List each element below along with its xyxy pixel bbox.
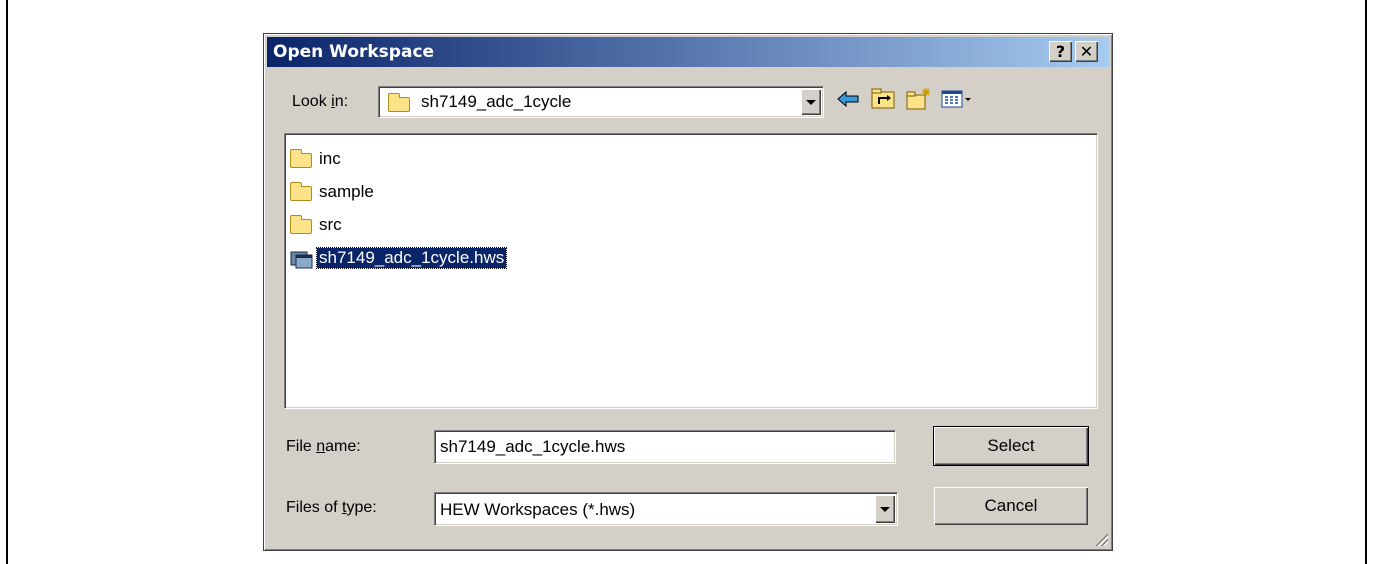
- file-name-label: File name:: [286, 438, 361, 455]
- list-item-label: sh7149_adc_1cycle.hws: [315, 247, 508, 269]
- folder-icon: [290, 215, 312, 234]
- resize-grip-icon[interactable]: [1094, 532, 1108, 546]
- open-workspace-dialog: Open Workspace ? ✕ Look in: sh7149_adc_1…: [263, 33, 1113, 551]
- view-menu-icon[interactable]: [939, 86, 975, 112]
- file-type-value: HEW Workspaces (*.hws): [440, 500, 636, 519]
- file-type-dropdown[interactable]: HEW Workspaces (*.hws): [434, 492, 898, 526]
- new-folder-icon[interactable]: [904, 86, 932, 112]
- list-item-label: src: [319, 215, 342, 234]
- up-folder-icon[interactable]: [869, 86, 897, 112]
- look-in-dropdown-arrow[interactable]: [801, 89, 821, 115]
- look-in-dropdown[interactable]: sh7149_adc_1cycle: [378, 86, 824, 118]
- select-button[interactable]: Select: [933, 426, 1089, 466]
- look-in-label: Look in:: [292, 93, 349, 110]
- back-arrow-icon[interactable]: [834, 86, 862, 112]
- title-bar[interactable]: Open Workspace ? ✕: [267, 37, 1109, 67]
- folder-icon: [290, 182, 312, 201]
- close-button[interactable]: ✕: [1075, 41, 1098, 62]
- look-in-value: sh7149_adc_1cycle: [421, 92, 572, 111]
- file-name-value: sh7149_adc_1cycle.hws: [440, 437, 626, 456]
- cancel-button[interactable]: Cancel: [934, 487, 1088, 525]
- list-item-label: sample: [319, 182, 374, 201]
- list-item-label: inc: [319, 149, 341, 168]
- folder-icon: [388, 93, 410, 112]
- workspace-file-icon: [290, 251, 313, 269]
- file-list[interactable]: inc sample src sh7149_adc_1cycle.hws: [284, 133, 1098, 409]
- file-type-label: Files of type:: [286, 499, 377, 516]
- folder-icon: [290, 149, 312, 168]
- dialog-title: Open Workspace: [273, 42, 435, 62]
- file-name-input[interactable]: sh7149_adc_1cycle.hws: [434, 430, 896, 464]
- help-button[interactable]: ?: [1049, 41, 1072, 62]
- file-type-dropdown-arrow[interactable]: [875, 495, 895, 523]
